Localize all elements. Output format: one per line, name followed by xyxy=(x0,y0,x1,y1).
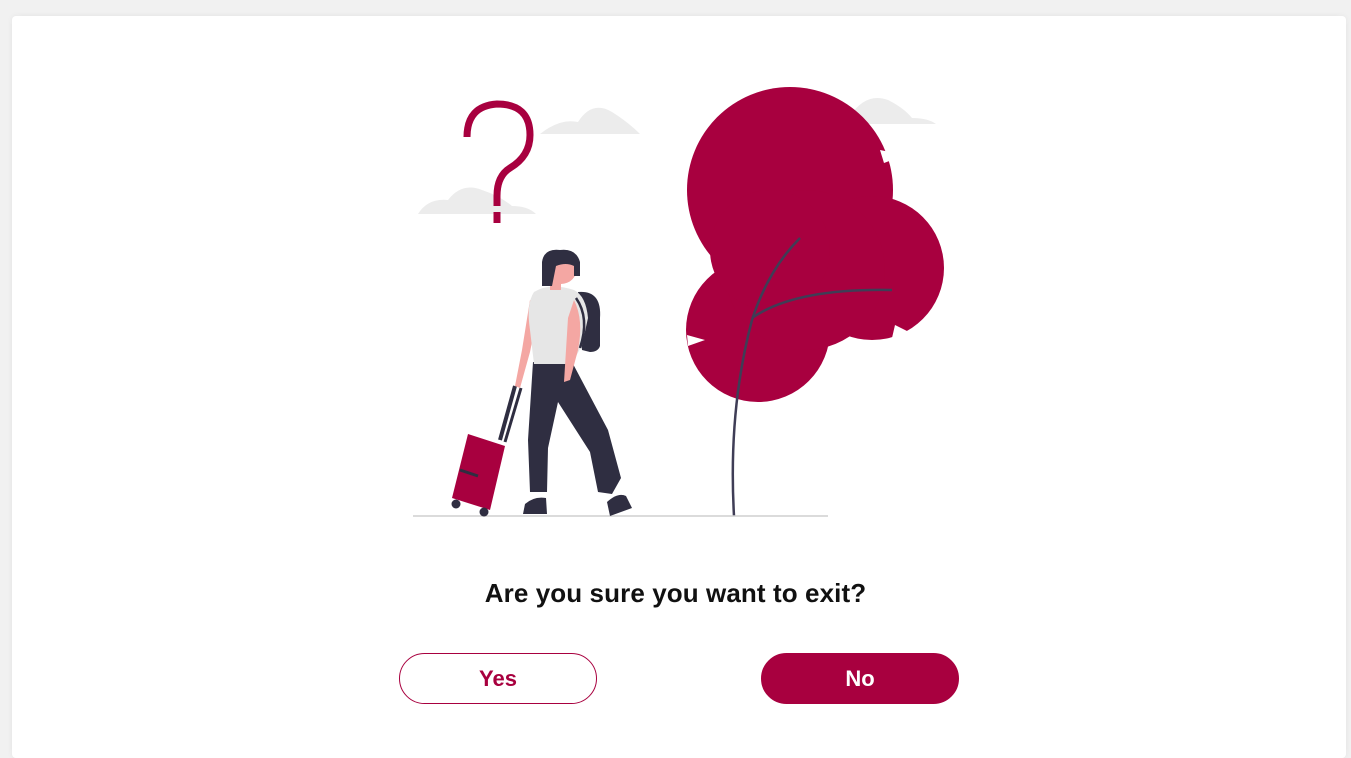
question-dot-icon xyxy=(493,212,501,223)
traveler-with-suitcase-illustration xyxy=(413,87,944,517)
suitcase-icon xyxy=(451,385,523,517)
tree-icon xyxy=(686,87,944,517)
no-button[interactable]: No xyxy=(761,653,959,704)
exit-confirmation-question: Are you sure you want to exit? xyxy=(484,578,867,608)
yes-button[interactable]: Yes xyxy=(399,653,597,704)
traveler-figure xyxy=(515,249,632,516)
